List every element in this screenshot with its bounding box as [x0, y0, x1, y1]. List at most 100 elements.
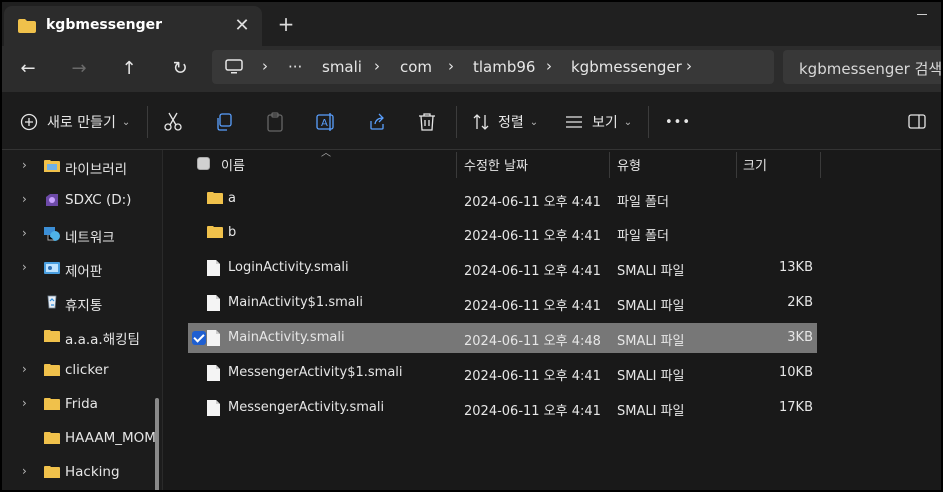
sidebar-item-sdxc[interactable]: › SDXC (D:): [2, 184, 152, 218]
sidebar-item-network[interactable]: › 네트워크: [2, 218, 152, 252]
library-icon: [44, 160, 60, 172]
file-icon: [207, 295, 220, 311]
column-divider[interactable]: [736, 152, 737, 178]
view-button[interactable]: 보기 ⌄: [565, 110, 632, 134]
table-row[interactable]: MessengerActivity.smali 2024-06-11 오후 4:…: [188, 393, 817, 423]
table-row[interactable]: a 2024-06-11 오후 4:41 파일 폴더: [188, 184, 817, 214]
chevron-right-icon[interactable]: ›: [22, 464, 27, 478]
breadcrumb-chevron[interactable]: ›: [448, 57, 454, 75]
file-name: a: [228, 191, 236, 206]
table-row[interactable]: b 2024-06-11 오후 4:41 파일 폴더: [188, 218, 817, 248]
sidebar-item-hacking-team[interactable]: a.a.a.해킹팀: [2, 320, 152, 354]
breadcrumb-kgbmessenger[interactable]: kgbmessenger: [571, 58, 682, 76]
close-tab-icon[interactable]: ✕: [230, 14, 254, 38]
more-options-button[interactable]: •••: [665, 110, 691, 134]
file-name: b: [228, 225, 237, 240]
delete-button[interactable]: [418, 110, 436, 134]
breadcrumb-chevron[interactable]: ›: [686, 57, 692, 75]
sidebar-item-haaam-mom[interactable]: HAAAM_MOM: [2, 422, 156, 456]
command-bar: 새로 만들기 ⌄ A 정렬 ⌄ 보기 ⌄ •••: [2, 92, 941, 150]
breadcrumb-chevron[interactable]: ›: [374, 57, 380, 75]
refresh-button[interactable]: ↻: [165, 54, 195, 84]
table-row[interactable]: LoginActivity.smali 2024-06-11 오후 4:41 S…: [188, 253, 817, 283]
sort-button[interactable]: 정렬 ⌄: [472, 110, 538, 134]
new-tab-button[interactable]: +: [274, 12, 298, 36]
folder-icon: [44, 466, 60, 478]
sidebar-item-label: a.a.a.해킹팀: [65, 332, 140, 348]
row-checkbox[interactable]: [192, 331, 206, 345]
folder-icon: [207, 192, 223, 204]
details-pane-button[interactable]: [908, 110, 926, 134]
chevron-down-icon: ⌄: [121, 116, 131, 128]
column-header-type[interactable]: 유형: [617, 155, 641, 183]
share-button[interactable]: [368, 110, 386, 134]
sidebar-scrollbar[interactable]: [155, 398, 159, 490]
breadcrumb-com[interactable]: com: [400, 58, 432, 76]
chevron-right-icon[interactable]: ›: [22, 260, 27, 274]
clipboard-icon: [267, 112, 283, 132]
sidebar-item-hacking[interactable]: › Hacking: [2, 456, 152, 490]
sidebar-item-recycle-bin[interactable]: 휴지통: [2, 286, 152, 320]
file-size: 10KB: [779, 365, 813, 380]
file-date: 2024-06-11 오후 4:41: [464, 195, 601, 210]
search-box[interactable]: kgbmessenger 검색: [783, 50, 941, 84]
rename-button[interactable]: A: [316, 110, 336, 134]
svg-text:A: A: [321, 118, 328, 129]
sd-card-icon: [46, 194, 58, 206]
cut-button[interactable]: [164, 110, 182, 134]
sidebar-item-library[interactable]: › 라이브러리: [2, 150, 152, 184]
select-all-checkbox[interactable]: [197, 157, 210, 170]
sidebar-item-control-panel[interactable]: › 제어판: [2, 252, 152, 286]
sidebar-item-label: Hacking: [65, 464, 120, 480]
copy-button[interactable]: [215, 110, 233, 134]
column-header-size[interactable]: 크기: [743, 155, 767, 183]
back-button[interactable]: ←: [13, 54, 43, 84]
chevron-right-icon[interactable]: ›: [22, 192, 27, 206]
breadcrumb-chevron[interactable]: ›: [262, 57, 268, 75]
paste-button[interactable]: [266, 110, 284, 134]
up-button[interactable]: ↑: [114, 54, 144, 84]
file-date: 2024-06-11 오후 4:41: [464, 229, 601, 244]
column-divider[interactable]: [456, 152, 457, 178]
table-row[interactable]: MainActivity$1.smali 2024-06-11 오후 4:41 …: [188, 288, 817, 318]
breadcrumb-smali[interactable]: smali: [322, 58, 362, 76]
search-input[interactable]: kgbmessenger 검색: [799, 58, 941, 79]
file-type: SMALI 파일: [617, 404, 685, 419]
file-name: MainActivity.smali: [228, 330, 345, 345]
tab-title: kgbmessenger: [46, 17, 162, 33]
tab-kgbmessenger[interactable]: kgbmessenger ✕: [4, 6, 262, 46]
share-icon: [370, 113, 384, 130]
file-list: ︿ 이름 수정한 날짜 유형 크기 a 2024-06-11 오후 4:41 파…: [162, 148, 941, 490]
address-bar[interactable]: › ··· smali › com › tlamb96 › kgbmesseng…: [212, 50, 774, 84]
minimize-button[interactable]: [907, 2, 937, 26]
divider: [648, 106, 649, 138]
file-icon: [207, 260, 220, 276]
file-date: 2024-06-11 오후 4:41: [464, 369, 601, 384]
table-row-selected[interactable]: MainActivity.smali 2024-06-11 오후 4:48 SM…: [188, 323, 817, 353]
chevron-right-icon[interactable]: ›: [22, 362, 27, 376]
breadcrumb-tlamb96[interactable]: tlamb96: [473, 58, 535, 76]
sidebar-item-label: HAAAM_MOM: [65, 430, 156, 446]
sidebar-item-clicker[interactable]: › clicker: [2, 354, 152, 388]
chevron-down-icon: ⌄: [529, 116, 539, 128]
column-divider[interactable]: [820, 152, 821, 178]
breadcrumb-more[interactable]: ···: [288, 58, 302, 76]
breadcrumb-chevron[interactable]: ›: [546, 57, 552, 75]
column-header-name[interactable]: 이름: [221, 155, 245, 183]
file-type: SMALI 파일: [617, 299, 685, 314]
table-row[interactable]: MessengerActivity$1.smali 2024-06-11 오후 …: [188, 358, 817, 388]
column-divider[interactable]: [609, 152, 610, 178]
navigation-bar: ← → ↑ ↻ › ··· smali › com › tlamb96 › kg…: [2, 46, 941, 92]
new-button[interactable]: 새로 만들기 ⌄: [20, 110, 130, 134]
chevron-right-icon[interactable]: ›: [22, 396, 27, 410]
forward-button[interactable]: →: [64, 54, 94, 84]
navigation-pane: › 라이브러리 › SDXC (D:) › 네트워크 › 제어판 휴지통 a.a: [2, 150, 162, 490]
file-type: 파일 폴더: [617, 195, 669, 210]
chevron-right-icon[interactable]: ›: [22, 226, 27, 240]
file-name: MainActivity$1.smali: [228, 295, 363, 310]
column-header-modified[interactable]: 수정한 날짜: [464, 155, 528, 183]
chevron-right-icon[interactable]: ›: [22, 158, 27, 172]
rename-icon: A: [316, 113, 334, 131]
sidebar-item-label: SDXC (D:): [65, 192, 132, 208]
sidebar-item-frida[interactable]: › Frida: [2, 388, 152, 422]
